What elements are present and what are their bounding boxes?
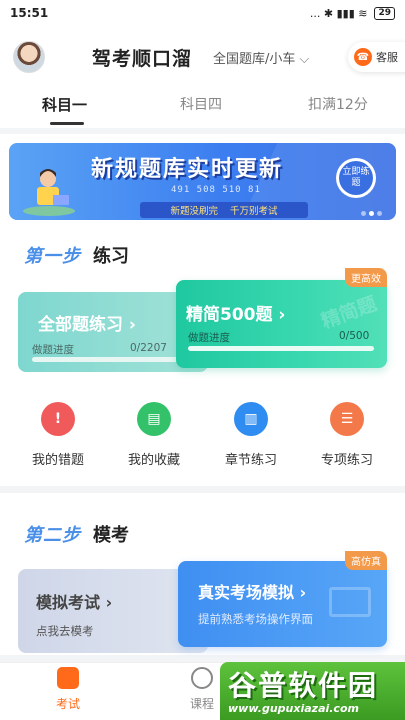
banner-sub-right: 千万别考试 [230,206,278,217]
chevron-down-icon: ⌵ [299,52,310,67]
practice-card: 新规题库实时更新 491 508 510 81 新题没刷完 千万别考试 立即练题… [0,134,405,486]
shortcut-grid: ! 我的错题 ▤ 我的收藏 ▥ 章节练习 ☰ 专项练习 [0,402,405,482]
progress-label: 做题进度 [32,344,74,356]
simplified-500-practice-card[interactable]: 更高效 精简题 精简500题 › 做题进度 0/500 [176,268,387,368]
mock-exam-subtitle: 点我去模考 [36,624,94,638]
wrong-questions-icon: ! [41,402,75,436]
carousel-dot-active [369,211,374,216]
progress-value: 0/2207 [130,342,167,354]
tab-subject-four[interactable]: 科目四 [180,94,222,114]
progress-bar [188,346,374,351]
student-illustration-icon [23,169,75,216]
step-number: 第二步 [24,525,81,546]
mock-exam-label: 模拟考试 › [36,593,113,612]
chevron-right-icon: › [128,315,136,335]
step-title: 练习 [93,246,129,267]
carousel-dot [361,211,366,216]
card-watermark-text: 精简题 [318,292,380,333]
app-header: 驾考顺口溜 全国题库/小车 ⌵ ☎ 客服 [0,26,405,86]
all-practice-label: 全部题练习 › [38,315,136,335]
shortcut-chapter-practice[interactable]: ▥ 章节练习 [211,402,291,468]
shortcut-label: 专项练习 [320,453,373,468]
watermark-text: 谷普软件园 [228,669,379,702]
nav-label: 课程 [189,697,214,711]
headset-icon: ☎ [354,48,372,66]
high-fidelity-badge: 高仿真 [345,551,387,570]
step-number: 第一步 [24,246,81,267]
progress-bar [32,357,180,362]
avatar[interactable] [13,41,45,73]
chevron-right-icon: › [299,583,307,602]
app-title: 驾考顺口溜 [92,48,193,70]
mock-exam-card: 第二步 模考 模拟考试 › 点我去模考 高仿真 真实考场模拟 › 提前熟悉考场操作… [0,493,405,655]
status-bar: 15:51 ... ✱ ▮▮▮ ≋ 29 [0,0,405,26]
practice-now-label: 立即练题 [339,161,373,195]
banner-numbers: 491 508 510 81 [171,185,261,195]
step-two-heading: 第二步 模考 [24,521,129,547]
question-bank-label: 全国题库/小车 [213,52,296,67]
battery-icon: 29 [374,6,395,20]
progress-value: 0/500 [339,330,370,342]
promo-banner[interactable]: 新规题库实时更新 491 508 510 81 新题没刷完 千万别考试 立即练题 [9,143,396,220]
practice-now-button[interactable]: 立即练题 [336,158,376,198]
step-title: 模考 [93,525,129,546]
progress-label: 做题进度 [188,332,230,344]
banner-subtitle: 新题没刷完 千万别考试 [140,202,308,218]
shortcut-special-practice[interactable]: ☰ 专项练习 [307,402,387,468]
site-watermark: 谷普软件园 www.gupuxiazai.com [220,662,405,720]
customer-service-button[interactable]: ☎ 客服 [348,42,405,72]
favorites-icon: ▤ [137,402,171,436]
active-tab-indicator [50,122,84,125]
step-one-heading: 第一步 练习 [24,242,129,268]
real-exam-subtitle: 提前熟悉考场操作界面 [198,612,313,626]
real-exam-label: 真实考场模拟 › [198,583,307,602]
carousel-dots [361,211,382,216]
simplified-practice-label: 精简500题 › [186,305,286,325]
play-circle-icon [191,667,213,689]
subject-tabs: 科目一 科目四 扣满12分 [0,86,405,128]
nav-label: 考试 [55,697,80,711]
real-exam-simulation-button[interactable]: 高仿真 真实考场模拟 › 提前熟悉考场操作界面 [178,551,387,647]
shortcut-wrong-questions[interactable]: ! 我的错题 [18,402,98,468]
status-time: 15:51 [10,6,49,20]
signal-wifi-icons: ... ✱ ▮▮▮ ≋ [309,6,368,20]
status-icons: ... ✱ ▮▮▮ ≋ 29 [309,6,395,20]
nav-exam[interactable]: 考试 [38,667,98,712]
banner-sub-left: 新题没刷完 [170,206,218,217]
service-label: 客服 [376,51,398,64]
special-practice-icon: ☰ [330,402,364,436]
chevron-right-icon: › [105,593,113,612]
monitor-icon [329,587,371,617]
shortcut-favorites[interactable]: ▤ 我的收藏 [114,402,194,468]
watermark-url: www.gupuxiazai.com [228,702,359,715]
banner-title: 新规题库实时更新 [91,157,284,182]
efficient-badge: 更高效 [345,268,387,287]
tab-subject-one[interactable]: 科目一 [42,94,87,115]
shortcut-label: 我的收藏 [127,453,180,468]
chapter-practice-icon: ▥ [234,402,268,436]
chevron-right-icon: › [278,305,286,325]
exam-book-icon [57,667,79,689]
shortcut-label: 章节练习 [224,453,277,468]
shortcut-label: 我的错题 [31,453,84,468]
tab-deduct-12[interactable]: 扣满12分 [308,94,368,114]
question-bank-selector[interactable]: 全国题库/小车 ⌵ [213,48,309,67]
carousel-dot [377,211,382,216]
